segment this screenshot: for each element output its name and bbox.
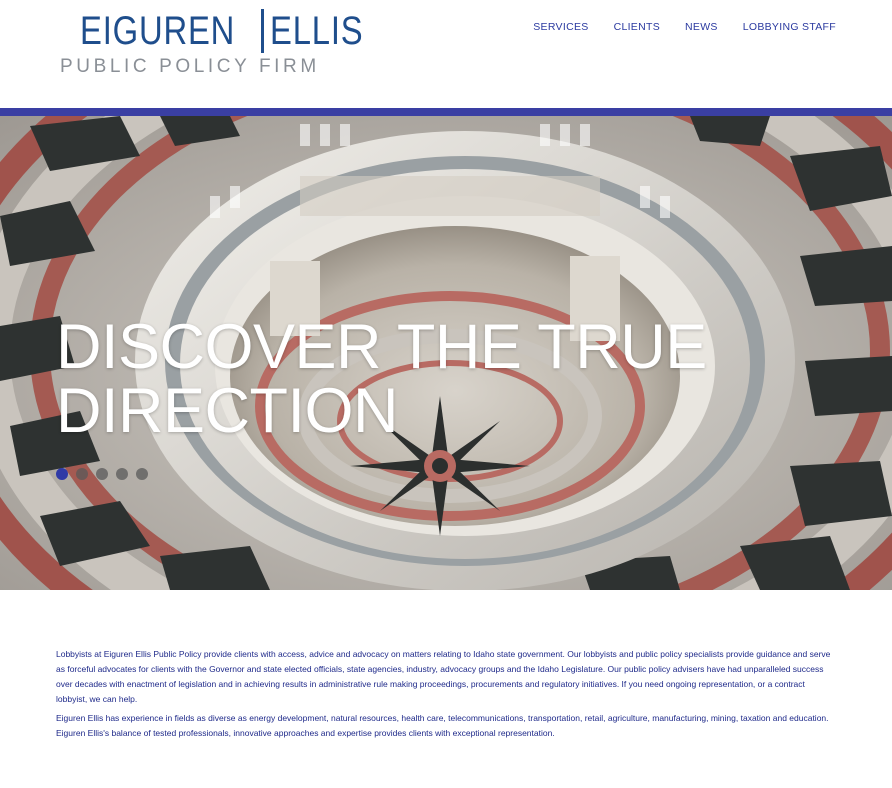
slider-pagination [56, 468, 148, 480]
hero-headline: DISCOVER THE TRUE DIRECTION [56, 315, 756, 443]
hero-headline-line2: DIRECTION [56, 376, 399, 447]
logo-divider [261, 9, 265, 53]
slider-dot-4[interactable] [116, 468, 128, 480]
slider-dot-1[interactable] [56, 468, 68, 480]
intro-paragraph-1: Lobbyists at Eiguren Ellis Public Policy… [56, 649, 831, 704]
hero-slider[interactable]: DISCOVER THE TRUE DIRECTION [0, 116, 892, 590]
nav-item-clients[interactable]: CLIENTS [614, 20, 660, 34]
site-header: EIGUREN ELLIS PUBLIC POLICY FIRM SERVICE… [0, 0, 892, 108]
logo-name-right: ELLIS [270, 9, 364, 53]
nav-item-lobbying-staff[interactable]: LOBBYING STAFF [743, 20, 836, 34]
main-nav: SERVICES CLIENTS NEWS LOBBYING STAFF [533, 20, 836, 34]
slider-dot-5[interactable] [136, 468, 148, 480]
logo[interactable]: EIGUREN ELLIS PUBLIC POLICY FIRM [60, 8, 363, 80]
slider-dot-2[interactable] [76, 468, 88, 480]
logo-tagline: PUBLIC POLICY FIRM [60, 56, 320, 77]
logo-wordmark: EIGUREN ELLIS [80, 8, 384, 54]
slider-dot-3[interactable] [96, 468, 108, 480]
logo-name-left: EIGUREN [80, 9, 236, 53]
hero-headline-line1: DISCOVER THE TRUE [56, 312, 707, 383]
nav-item-news[interactable]: NEWS [685, 20, 718, 34]
intro-content: Lobbyists at Eiguren Ellis Public Policy… [56, 647, 838, 745]
header-accent-bar [0, 108, 892, 116]
intro-paragraph-2: Eiguren Ellis has experience in fields a… [56, 713, 829, 738]
nav-item-services[interactable]: SERVICES [533, 20, 588, 34]
